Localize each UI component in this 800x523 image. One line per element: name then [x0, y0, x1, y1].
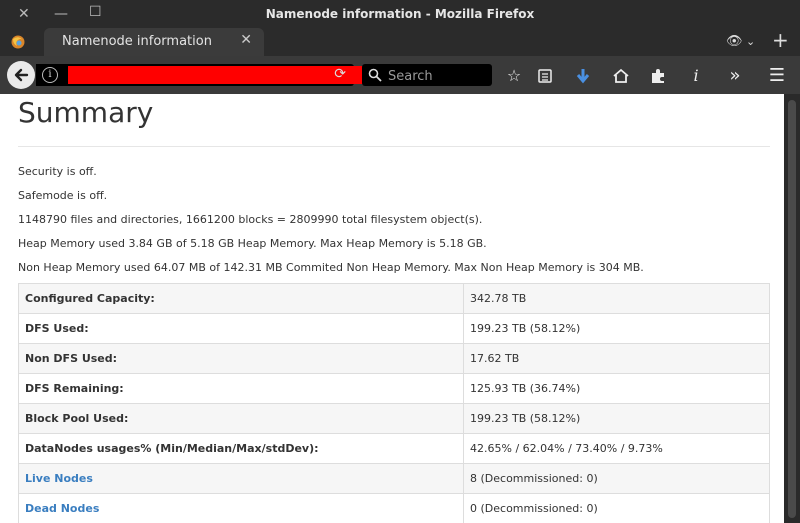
tab-strip: Namenode information ✕ 👁 ⌄ + [0, 28, 800, 56]
tab-title: Namenode information [62, 34, 212, 49]
bookmark-star-icon[interactable]: ☆ [504, 66, 524, 86]
table-row: Dead Nodes 0 (Decommissioned: 0) [18, 493, 770, 523]
row-value: 342.78 TB [463, 283, 770, 314]
row-key: Live Nodes [18, 463, 464, 494]
page-title: Summary [18, 96, 154, 129]
row-value: 199.23 TB (58.12%) [463, 313, 770, 344]
dead-nodes-link[interactable]: Dead Nodes [25, 502, 99, 515]
table-row: Configured Capacity: 342.78 TB [18, 283, 770, 314]
divider [18, 146, 770, 147]
search-input[interactable] [386, 66, 490, 86]
new-tab-plus-icon[interactable]: + [772, 28, 789, 52]
security-status: Security is off. [18, 165, 97, 178]
non-heap-memory-summary: Non Heap Memory used 64.07 MB of 142.31 … [18, 261, 644, 274]
row-key: DFS Used: [18, 313, 464, 344]
scrollbar-thumb[interactable] [788, 100, 796, 518]
url-redacted[interactable] [68, 66, 364, 84]
home-icon[interactable] [611, 66, 631, 86]
page-content: Summary Security is off. Safemode is off… [0, 94, 784, 523]
extension-info-icon[interactable]: i [686, 66, 706, 86]
search-icon [368, 68, 382, 82]
row-key: Non DFS Used: [18, 343, 464, 374]
back-arrow-icon [14, 68, 29, 82]
overflow-chevrons-icon[interactable]: » [725, 66, 745, 86]
live-nodes-link[interactable]: Live Nodes [25, 472, 93, 485]
table-row: Live Nodes 8 (Decommissioned: 0) [18, 463, 770, 494]
safemode-status: Safemode is off. [18, 189, 108, 202]
table-row: DataNodes usages% (Min/Median/Max/stdDev… [18, 433, 770, 464]
table-row: DFS Remaining: 125.93 TB (36.74%) [18, 373, 770, 404]
back-button[interactable] [7, 61, 35, 89]
table-row: Block Pool Used: 199.23 TB (58.12%) [18, 403, 770, 434]
site-info-icon[interactable]: i [42, 67, 58, 83]
row-value: 199.23 TB (58.12%) [463, 403, 770, 434]
row-key: Dead Nodes [18, 493, 464, 523]
row-key: Block Pool Used: [18, 403, 464, 434]
url-bar[interactable]: i ⟳ [36, 64, 364, 86]
search-box[interactable] [362, 64, 492, 86]
tab-list-chevron-icon[interactable]: ⌄ [746, 35, 755, 48]
table-row: Non DFS Used: 17.62 TB [18, 343, 770, 374]
row-key: DFS Remaining: [18, 373, 464, 404]
row-value: 125.93 TB (36.74%) [463, 373, 770, 404]
row-value: 42.65% / 62.04% / 73.40% / 9.73% [463, 433, 770, 464]
summary-table: Configured Capacity: 342.78 TB DFS Used:… [18, 283, 770, 523]
downloads-arrow-icon[interactable] [573, 66, 593, 86]
hamburger-menu-icon[interactable]: ☰ [767, 66, 787, 86]
tab-close-icon[interactable]: ✕ [240, 32, 252, 48]
heap-memory-summary: Heap Memory used 3.84 GB of 5.18 GB Heap… [18, 237, 487, 250]
window-titlebar: ✕ — ☐ Namenode information - Mozilla Fir… [0, 0, 800, 28]
row-value: 17.62 TB [463, 343, 770, 374]
window-title: Namenode information - Mozilla Firefox [265, 7, 535, 21]
vertical-scrollbar[interactable] [784, 94, 800, 523]
row-key: DataNodes usages% (Min/Median/Max/stdDev… [18, 433, 464, 464]
row-value: 0 (Decommissioned: 0) [463, 493, 770, 523]
reading-list-icon[interactable] [535, 66, 555, 86]
reload-icon[interactable]: ⟳ [334, 66, 346, 82]
row-key: Configured Capacity: [18, 283, 464, 314]
addons-puzzle-icon[interactable] [648, 66, 668, 86]
table-row: DFS Used: 199.23 TB (58.12%) [18, 313, 770, 344]
tab-namenode-information[interactable]: Namenode information ✕ [44, 28, 264, 56]
row-value: 8 (Decommissioned: 0) [463, 463, 770, 494]
firefox-logo-icon [11, 35, 25, 49]
filesystem-objects-summary: 1148790 files and directories, 1661200 b… [18, 213, 483, 226]
navigation-toolbar: i ⟳ ☆ i » ☰ [0, 56, 800, 94]
private-browsing-mask-icon: 👁 [726, 34, 743, 49]
